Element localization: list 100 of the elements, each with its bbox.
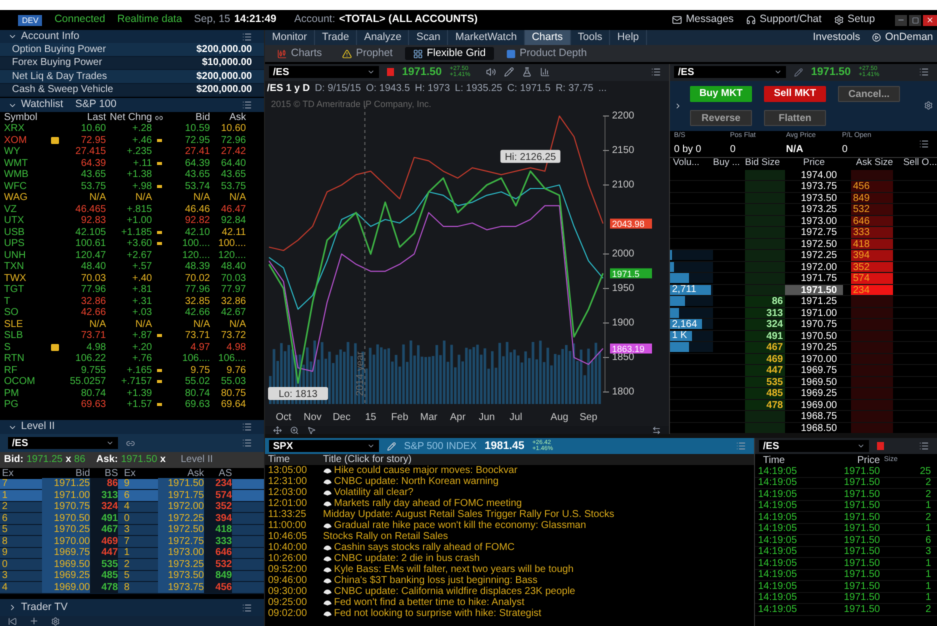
headline-link[interactable]: CNBC update: North Korean warning xyxy=(334,476,499,487)
bid-size-cell[interactable]: 467 xyxy=(745,342,785,352)
minimize-icon[interactable] xyxy=(895,14,907,26)
chevron-right-icon[interactable] xyxy=(674,102,682,110)
maximize-icon[interactable] xyxy=(909,14,921,26)
price-cell[interactable]: 1969.00 xyxy=(785,400,843,410)
column-header[interactable]: Last xyxy=(62,110,106,125)
sub-tab[interactable]: Charts xyxy=(269,47,330,60)
ask-size-cell[interactable] xyxy=(851,422,893,433)
symbol-cell[interactable]: WFC xyxy=(4,180,48,192)
bid-size-cell[interactable]: 447 xyxy=(745,365,785,376)
ask-size-cell[interactable] xyxy=(851,376,893,387)
symbol-field[interactable]: /ES xyxy=(759,440,869,452)
headline-link[interactable]: Midday Update: August Retail Sales Trigger Rally For U.S. Stocks xyxy=(323,509,614,520)
price-cell[interactable]: 1972.50 xyxy=(785,238,843,249)
symbol-cell[interactable]: WMT xyxy=(4,158,48,169)
ask-size-cell[interactable]: 394 xyxy=(851,250,893,260)
bid-size-cell[interactable] xyxy=(745,411,785,422)
flask-icon[interactable] xyxy=(522,67,532,78)
level2-row[interactable]: 4 1969.00 478 8 1973.75 456 xyxy=(0,582,264,594)
column-header[interactable]: Symbol xyxy=(4,110,62,125)
price-cell[interactable]: 1970.00 xyxy=(785,354,843,364)
price-cell[interactable]: 1974.00 xyxy=(785,170,843,180)
link-icon[interactable] xyxy=(126,438,135,448)
ask-size-cell[interactable] xyxy=(851,388,893,398)
close-icon[interactable] xyxy=(923,14,937,26)
price-cell[interactable]: 1973.75 xyxy=(785,181,843,192)
price-cell[interactable]: 1973.50 xyxy=(785,192,843,203)
top-link[interactable]: Support/Chat xyxy=(746,12,822,28)
symbol-cell[interactable]: T xyxy=(4,296,48,307)
symbol-cell[interactable]: SO xyxy=(4,307,48,318)
plus-icon[interactable] xyxy=(29,616,39,626)
watchlist-name[interactable]: S&P 100 xyxy=(75,97,116,113)
column-header[interactable]: Time xyxy=(265,452,323,467)
news-badge-icon[interactable] xyxy=(51,344,59,351)
price-cell[interactable]: 1970.25 xyxy=(785,342,843,352)
symbol-field[interactable]: /ES xyxy=(674,66,786,78)
pencil-icon[interactable] xyxy=(794,68,803,77)
bid-size-cell[interactable] xyxy=(745,216,785,226)
symbol-cell[interactable]: RTN xyxy=(4,353,48,364)
bid-size-cell[interactable] xyxy=(745,284,785,295)
level2-row[interactable]: 5 1970.25 467 3 1972.50 418 xyxy=(0,524,264,536)
column-header[interactable]: Title (Click for story) xyxy=(323,452,412,467)
ask-size-cell[interactable]: 418 xyxy=(851,238,893,249)
symbol-field[interactable]: /ES xyxy=(269,66,379,78)
settings-icon[interactable] xyxy=(51,616,60,626)
bid-size-cell[interactable] xyxy=(745,262,785,272)
headline-link[interactable]: Kyle Bass: EMs will falter, next two years will be tough xyxy=(334,564,574,575)
bid-size-cell[interactable]: 491 xyxy=(745,330,785,341)
column-header[interactable]: Volu... xyxy=(670,156,713,171)
price-cell[interactable]: 1973.00 xyxy=(785,216,843,226)
price-cell[interactable]: 1968.75 xyxy=(785,411,843,422)
bid-size-cell[interactable] xyxy=(745,227,785,238)
ask-size-cell[interactable] xyxy=(851,330,893,341)
symbol-cell[interactable]: S xyxy=(4,342,48,353)
bid-size-cell[interactable]: 469 xyxy=(745,354,785,364)
level2-row[interactable]: 0 1969.50 535 2 1973.25 532 xyxy=(0,559,264,571)
alert-icon[interactable] xyxy=(387,68,394,76)
settings-icon[interactable] xyxy=(924,101,933,110)
bid-size-cell[interactable] xyxy=(745,250,785,260)
ask-size-cell[interactable] xyxy=(851,319,893,330)
column-header[interactable]: Price xyxy=(785,156,843,171)
symbol-cell[interactable]: WAG xyxy=(4,192,48,204)
symbol-cell[interactable]: RF xyxy=(4,364,48,376)
symbol-cell[interactable]: WY xyxy=(4,146,48,158)
level2-row[interactable]: 1 1971.00 313 6 1971.75 574 xyxy=(0,490,264,502)
side-link[interactable]: OnDeman xyxy=(872,30,933,46)
move-icon[interactable] xyxy=(273,426,282,434)
price-cell[interactable]: 1973.25 xyxy=(785,204,843,214)
bar-chart-icon[interactable] xyxy=(540,67,550,78)
top-link[interactable]: Setup xyxy=(834,12,875,28)
symbol-field[interactable]: SPX xyxy=(269,440,379,452)
panel-toggle[interactable]: Trader TV xyxy=(8,600,68,616)
price-cell[interactable]: 1972.00 xyxy=(785,262,843,272)
headline-link[interactable]: Fed won't find a better time to hike: Analyst xyxy=(334,597,524,608)
level2-row[interactable]: 7 1971.25 86 9 1971.50 234 xyxy=(0,478,264,490)
news-badge-icon[interactable] xyxy=(51,136,59,144)
bid-size-cell[interactable]: 535 xyxy=(745,376,785,387)
symbol-cell[interactable]: WMB xyxy=(4,169,48,180)
ask-size-cell[interactable] xyxy=(851,400,893,410)
panel-toggle[interactable]: Account Info xyxy=(8,28,80,44)
symbol-cell[interactable]: TWX xyxy=(4,272,48,284)
price-cell[interactable]: 1971.00 xyxy=(785,308,843,318)
headline-link[interactable]: Cashin says stocks rally ahead of FOMC xyxy=(334,542,515,553)
price-cell[interactable]: 1969.50 xyxy=(785,376,843,387)
column-header[interactable]: Sell O... xyxy=(893,156,937,171)
column-header[interactable]: Buy ... xyxy=(713,156,745,171)
bid-size-cell[interactable] xyxy=(745,192,785,203)
headline-link[interactable]: CNBC update: 2 die in bus crash xyxy=(334,553,480,564)
panel-toggle[interactable]: Level II xyxy=(8,419,55,436)
sub-tab[interactable]: Flexible Grid xyxy=(404,47,494,60)
column-header[interactable]: Bid Size xyxy=(745,156,785,171)
bid-size-cell[interactable]: 478 xyxy=(745,400,785,410)
bid-size-cell[interactable] xyxy=(745,273,785,284)
ask-size-cell[interactable]: 646 xyxy=(851,216,893,226)
ask-size-cell[interactable] xyxy=(851,296,893,306)
symbol-cell[interactable]: SLE xyxy=(4,318,48,330)
headline-link[interactable]: Fed not looking to surprise with hike: Strategist xyxy=(334,608,542,619)
column-header[interactable]: Price xyxy=(825,452,880,468)
price-cell[interactable]: 1972.75 xyxy=(785,227,843,238)
